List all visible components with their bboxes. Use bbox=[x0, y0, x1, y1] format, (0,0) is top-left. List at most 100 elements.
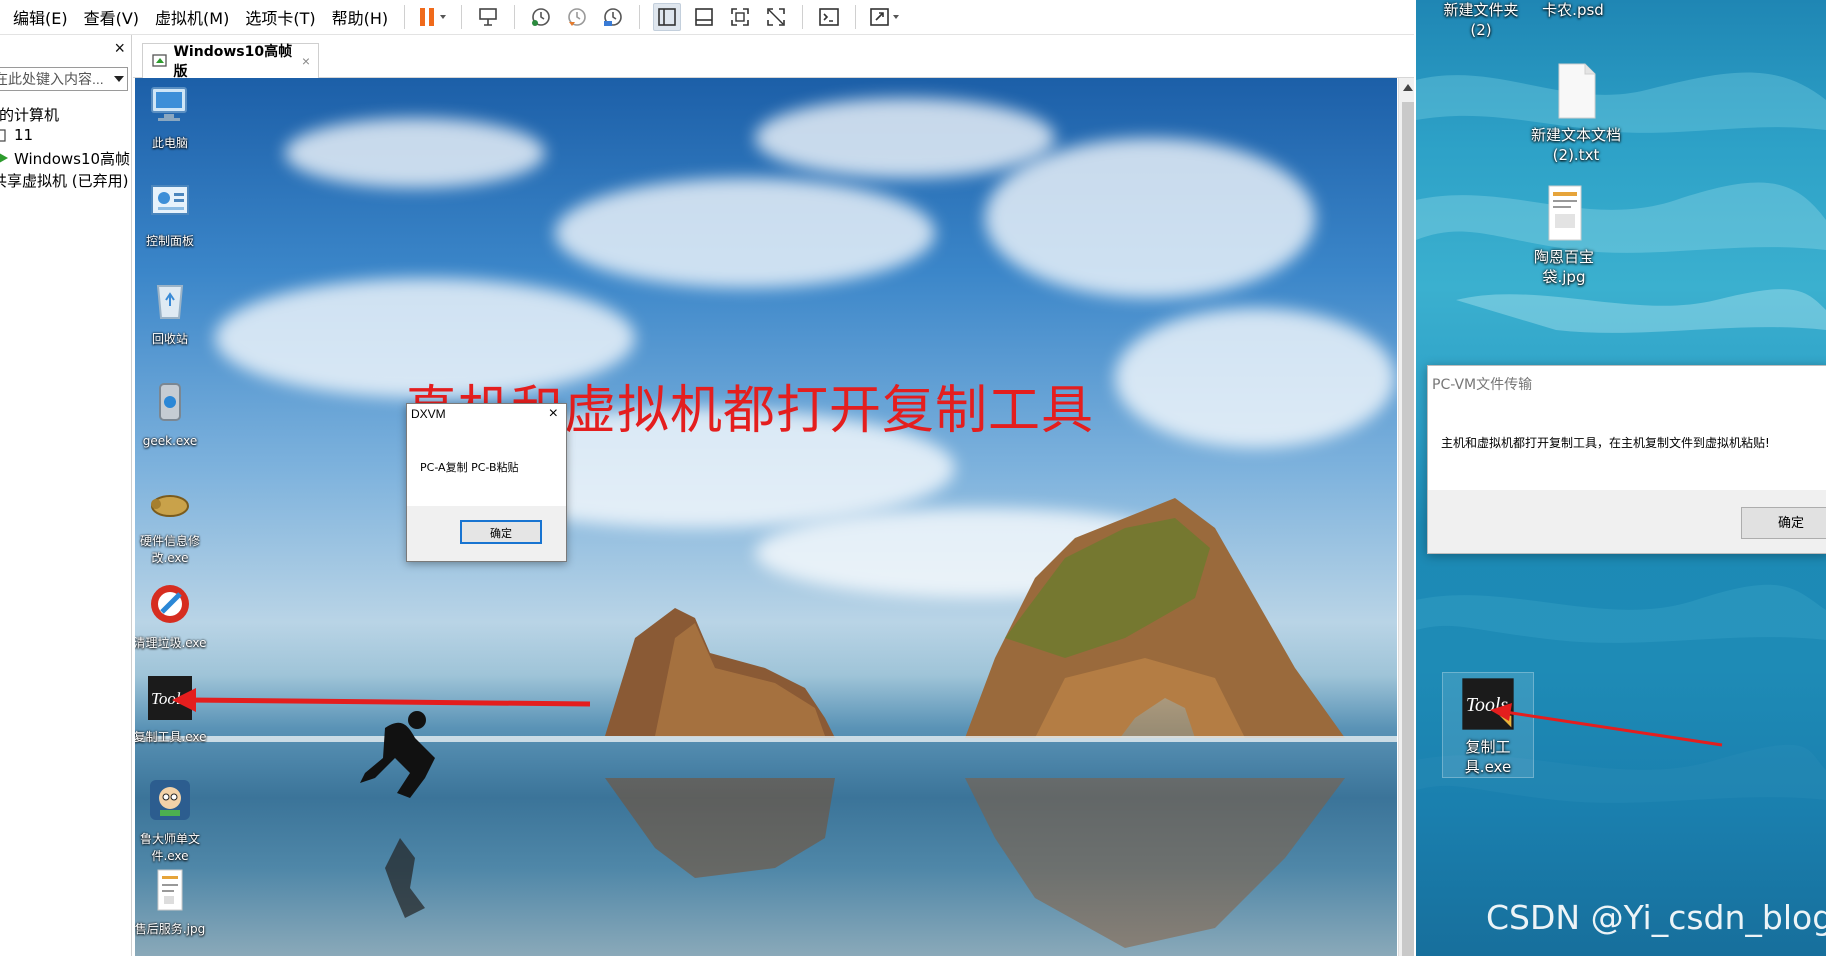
menu-view[interactable]: 查看(V) bbox=[76, 5, 147, 29]
desktop-icon-cleaner[interactable]: 清理垃圾.exe bbox=[135, 580, 213, 652]
computer-icon bbox=[151, 87, 187, 121]
tab-windows10[interactable]: Windows10高帧版 × bbox=[142, 43, 319, 80]
vm-tab-icon bbox=[152, 54, 167, 67]
desktop-icon-label: 鲁大师单文件.exe bbox=[139, 832, 200, 863]
library-search-placeholder: 在此处键入内容... bbox=[0, 71, 104, 87]
tree-item-label: 我的计算机 bbox=[0, 106, 60, 124]
host-icon-text-document[interactable]: 新建文本文档 (2).txt bbox=[1528, 62, 1624, 165]
dxvm-dialog: DXVM × PC-A复制 PC-B粘贴 确定 bbox=[406, 403, 567, 562]
desktop-icon-label: 回收站 bbox=[151, 332, 188, 346]
library-search-input[interactable]: 在此处键入内容... bbox=[0, 67, 128, 91]
desktop-icon-label: geek.exe bbox=[142, 434, 198, 448]
host-icon-label: 新建文本文档 (2).txt bbox=[1530, 126, 1621, 164]
tree-item-label: 11 bbox=[14, 126, 34, 144]
host-icon-label: 陶恩百宝袋.jpg bbox=[1533, 248, 1594, 286]
ccleaner-icon bbox=[151, 585, 189, 623]
chevron-down-icon[interactable] bbox=[114, 76, 124, 82]
host-icon-copy-tool[interactable]: Tools 复制工具.exe bbox=[1442, 672, 1534, 778]
toolbar-separator bbox=[802, 5, 804, 29]
show-library-icon[interactable] bbox=[653, 3, 682, 31]
tab-bar: Windows10高帧版 × bbox=[133, 35, 1416, 80]
host-icon-label: 复制工具.exe bbox=[1464, 738, 1512, 776]
toolbar-separator bbox=[514, 5, 516, 29]
desktop-icon-after-sales[interactable]: 售后服务.jpg bbox=[135, 866, 213, 938]
image-file-icon bbox=[157, 869, 183, 911]
library-panel: × 在此处键入内容... 我的计算机 11 Windows10高帧 共享虚拟机 … bbox=[0, 35, 132, 956]
toolbar-separator bbox=[404, 5, 406, 29]
tools-icon: Tools bbox=[148, 676, 192, 720]
library-close-icon[interactable]: × bbox=[114, 39, 125, 57]
desktop-icon-label: 清理垃圾.exe bbox=[135, 636, 207, 650]
tab-close-icon[interactable]: × bbox=[302, 53, 310, 69]
scroll-up-icon[interactable] bbox=[1403, 84, 1413, 91]
watermark: CSDN @Yi_csdn_blog bbox=[1486, 898, 1826, 937]
text-file-icon bbox=[1558, 63, 1596, 119]
desktop-icon-control-panel[interactable]: 控制面板 bbox=[135, 178, 213, 250]
rock-arch-scenery bbox=[135, 498, 1397, 948]
full-screen-icon[interactable] bbox=[727, 4, 753, 30]
ok-button[interactable]: 确定 bbox=[460, 520, 542, 544]
scrollbar-thumb[interactable] bbox=[1402, 102, 1414, 956]
dialog-message: 主机和虚拟机都打开复制工具，在主机复制文件到虚拟机粘贴! bbox=[1441, 436, 1770, 450]
desktop-icon-copy-tool[interactable]: Tools 复制工具.exe bbox=[135, 674, 213, 746]
menu-vm[interactable]: 虚拟机(M) bbox=[147, 5, 237, 29]
console-icon[interactable] bbox=[816, 4, 842, 30]
pc-vm-transfer-dialog: PC-VM文件传输 主机和虚拟机都打开复制工具，在主机复制文件到虚拟机粘贴! 确… bbox=[1427, 365, 1826, 554]
guest-desktop[interactable]: 此电脑 控制面板 回收站 geek.exe 硬件信息修改.exe 清理垃圾.ex… bbox=[135, 78, 1397, 956]
dialog-message: PC-A复制 PC-B粘贴 bbox=[420, 461, 519, 474]
ludashi-icon bbox=[150, 780, 190, 820]
desktop-icon-label: 售后服务.jpg bbox=[135, 922, 206, 936]
menu-edit[interactable]: 编辑(E) bbox=[0, 5, 76, 29]
tree-item-vm-11[interactable]: 11 bbox=[0, 125, 131, 147]
toolbar-separator bbox=[855, 5, 857, 29]
host-icon-psd[interactable]: 卡农.psd bbox=[1528, 0, 1618, 20]
desktop-icon-ludashi[interactable]: 鲁大师单文件.exe bbox=[135, 776, 213, 865]
host-icon-label: 卡农.psd bbox=[1542, 1, 1604, 19]
desktop-icon-this-pc[interactable]: 此电脑 bbox=[135, 80, 213, 152]
desktop-icon-hardware-modifier[interactable]: 硬件信息修改.exe bbox=[135, 478, 213, 567]
geek-uninstaller-icon bbox=[159, 383, 181, 421]
tab-label: Windows10高帧版 bbox=[173, 44, 293, 80]
tree-item-shared-vms[interactable]: 共享虚拟机 (已弃用) bbox=[0, 169, 131, 191]
tree-item-label: 共享虚拟机 (已弃用) bbox=[0, 172, 129, 190]
close-icon[interactable]: × bbox=[549, 405, 558, 423]
vm-icon bbox=[0, 129, 6, 142]
host-icon-label: 新建文件夹 (2) bbox=[1443, 1, 1519, 39]
desktop-icon-label: 复制工具.exe bbox=[135, 730, 207, 744]
running-vm-icon bbox=[0, 153, 8, 163]
control-panel-icon bbox=[151, 185, 189, 215]
menu-help[interactable]: 帮助(H) bbox=[324, 5, 397, 29]
toolbar-separator bbox=[461, 5, 463, 29]
desktop-icon-label: 控制面板 bbox=[145, 234, 194, 248]
ok-button[interactable]: 确定 bbox=[1741, 507, 1826, 539]
dialog-title: PC-VM文件传输 bbox=[1432, 377, 1533, 393]
desktop-icon-recycle-bin[interactable]: 回收站 bbox=[135, 276, 213, 348]
vmware-window: 编辑(E) 查看(V) 虚拟机(M) 选项卡(T) 帮助(H) × 在此处键入内… bbox=[0, 0, 1416, 956]
image-file-icon bbox=[1548, 185, 1582, 241]
pause-icon[interactable] bbox=[418, 4, 448, 30]
desktop-icon-geek[interactable]: geek.exe bbox=[135, 378, 213, 450]
svg-text:Tools: Tools bbox=[1466, 694, 1509, 716]
tree-item-my-computer[interactable]: 我的计算机 bbox=[0, 103, 131, 125]
stretch-guest-icon[interactable] bbox=[869, 4, 903, 30]
tools-icon: Tools bbox=[1462, 678, 1514, 730]
menu-tabs[interactable]: 选项卡(T) bbox=[237, 5, 323, 29]
armadillo-icon bbox=[151, 495, 189, 517]
snapshot-icon[interactable] bbox=[528, 4, 554, 30]
tree-item-label: Windows10高帧 bbox=[14, 150, 131, 168]
recycle-bin-icon bbox=[156, 285, 184, 319]
unity-mode-icon[interactable] bbox=[763, 4, 789, 30]
library-tree: 我的计算机 11 Windows10高帧 共享虚拟机 (已弃用) bbox=[0, 103, 131, 191]
dialog-title: DXVM bbox=[411, 407, 446, 421]
toolbar-separator bbox=[639, 5, 641, 29]
snapshot-manager-icon[interactable] bbox=[600, 4, 626, 30]
desktop-icon-label: 此电脑 bbox=[151, 136, 188, 150]
host-icon-new-folder[interactable]: 新建文件夹 (2) bbox=[1436, 0, 1526, 40]
tree-item-windows10[interactable]: Windows10高帧 bbox=[0, 147, 131, 169]
svg-text:Tools: Tools bbox=[151, 689, 188, 708]
thumbnail-bar-icon[interactable] bbox=[691, 4, 717, 30]
send-ctrl-alt-del-icon[interactable] bbox=[475, 4, 501, 30]
host-icon-image[interactable]: 陶恩百宝袋.jpg bbox=[1516, 184, 1612, 287]
revert-snapshot-icon[interactable] bbox=[564, 4, 590, 30]
desktop-icon-label: 硬件信息修改.exe bbox=[139, 534, 200, 565]
